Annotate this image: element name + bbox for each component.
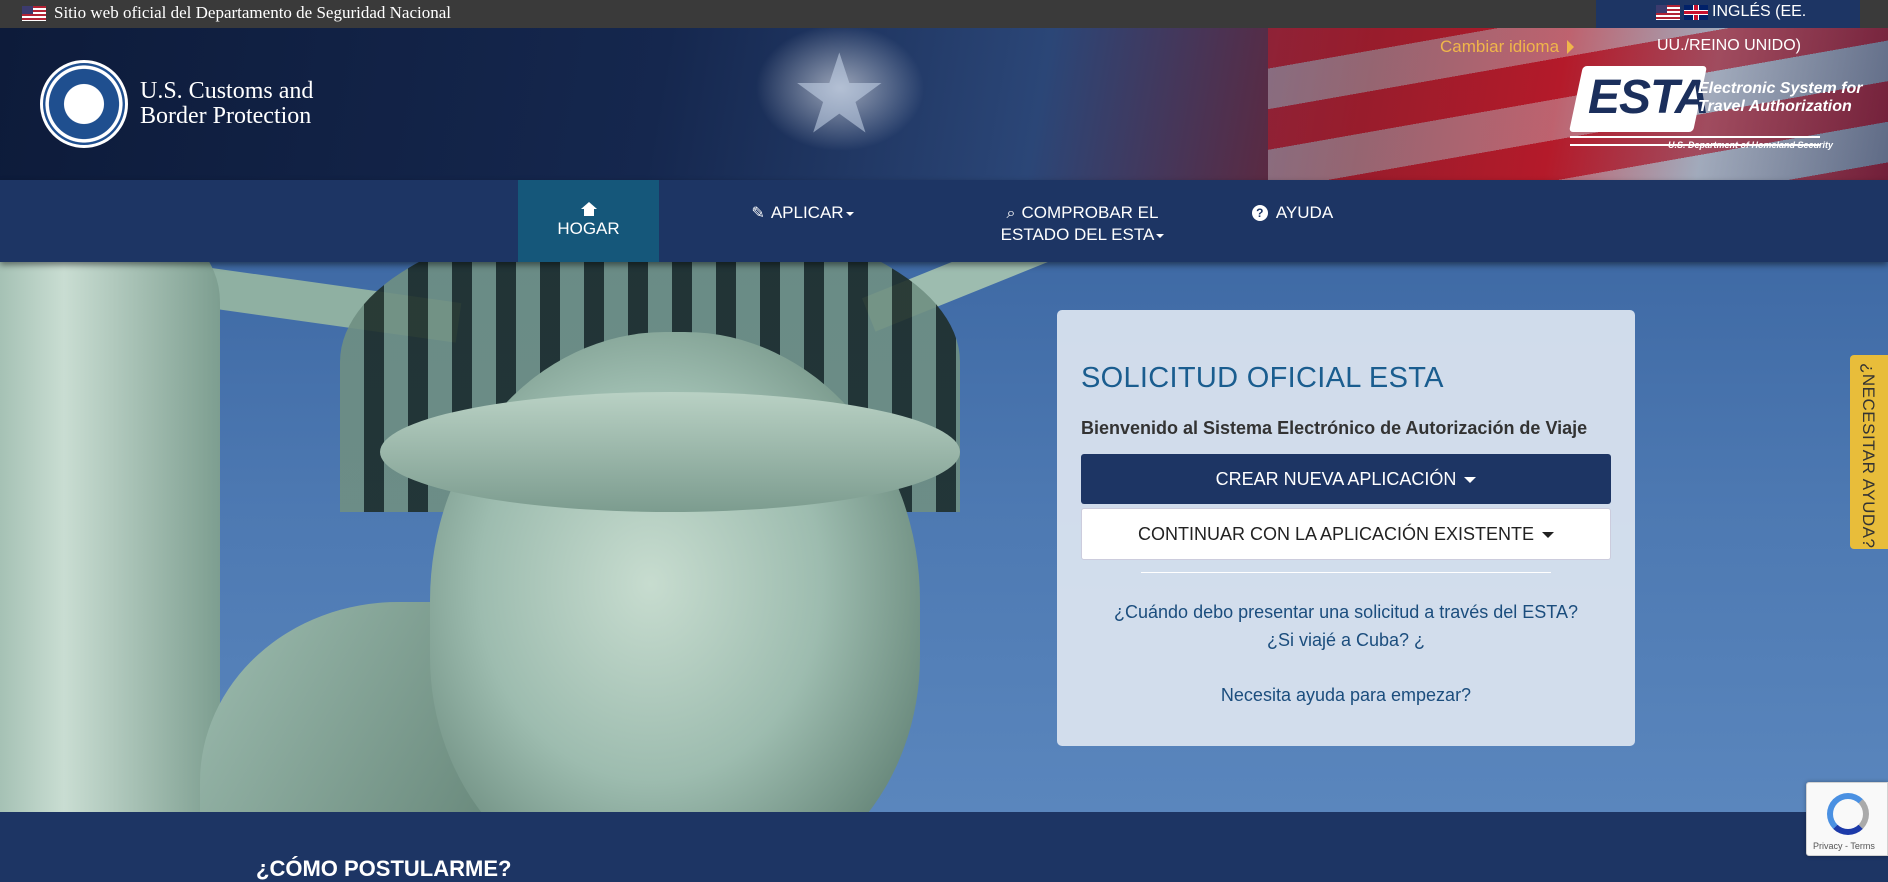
nav-status-line2: ESTADO DEL ESTA — [1000, 225, 1155, 244]
cuba-travel-link[interactable]: ¿Si viajé a Cuba? ¿ — [1057, 630, 1635, 651]
dhs-seal-icon — [40, 60, 128, 148]
caret-down-icon — [1464, 477, 1477, 484]
caret-down-icon — [845, 211, 854, 216]
us-flag-icon — [1656, 4, 1680, 20]
main-nav: HOGAR ✎ APLICAR ⌕ COMPROBAR EL ESTADO DEL … — [0, 180, 1888, 262]
esta-logo[interactable]: ESTA Electronic System for Travel Author… — [1568, 62, 1870, 152]
esta-logo-word: ESTA — [1588, 71, 1709, 124]
change-language-link[interactable]: Cambiar idioma — [1440, 37, 1575, 57]
nav-check-status[interactable]: ⌕ COMPROBAR EL ESTADO DEL ESTA — [995, 180, 1170, 262]
esta-application-card: SOLICITUD OFICIAL ESTA Bienvenido al Sis… — [1057, 310, 1635, 746]
create-button-label: CREAR NUEVA APLICACIÓN — [1215, 469, 1457, 489]
caret-right-icon — [1567, 40, 1575, 54]
nav-home[interactable]: HOGAR — [518, 180, 659, 262]
agency-name-line2: Border Protection — [140, 103, 312, 129]
nav-help-label: AYUDA — [1275, 203, 1334, 222]
recaptcha-icon — [1827, 793, 1869, 835]
change-language-label[interactable]: Cambiar idioma — [1440, 37, 1559, 57]
recaptcha-badge[interactable]: Privacy - Terms — [1806, 782, 1888, 856]
card-divider — [1141, 572, 1551, 573]
language-label-cont[interactable]: UU./REINO UNIDO) — [1657, 37, 1801, 55]
need-help-tab[interactable]: ¿NECESITAR AYUDA? — [1850, 355, 1888, 549]
nav-status-line1: COMPROBAR EL — [1021, 203, 1159, 222]
agency-name: U.S. Customs and Border Protection — [140, 79, 313, 129]
search-icon: ⌕ — [1006, 205, 1016, 222]
flag-star-decoration: ★ — [790, 33, 889, 156]
create-new-application-button[interactable]: CREAR NUEVA APLICACIÓN — [1081, 454, 1611, 504]
pencil-icon: ✎ — [751, 205, 765, 222]
home-icon — [580, 202, 597, 216]
esta-logo-subtitle: Electronic System for Travel Authorizati… — [1698, 80, 1863, 116]
gov-banner-text-row: Sitio web oficial del Departamento de Se… — [22, 3, 451, 23]
esta-logo-sub-line1: Electronic System for — [1698, 80, 1863, 97]
uk-flag-icon — [1684, 4, 1708, 20]
nav-help[interactable]: ? AYUDA — [1250, 180, 1335, 262]
gov-banner: Sitio web oficial del Departamento de Se… — [0, 0, 1888, 28]
hero-section: SOLICITUD OFICIAL ESTA Bienvenido al Sis… — [0, 262, 1888, 812]
caret-down-icon — [1156, 233, 1165, 238]
nav-home-label: HOGAR — [557, 219, 620, 238]
esta-logo-dept: U.S. Department of Homeland Security — [1668, 140, 1834, 150]
continue-existing-application-button[interactable]: CONTINUAR CON LA APLICACIÓN EXISTENTE — [1081, 508, 1611, 560]
esta-logo-sub-line2: Travel Authorization — [1698, 98, 1852, 115]
card-title: SOLICITUD OFICIAL ESTA — [1081, 362, 1444, 394]
gov-banner-text: Sitio web oficial del Departamento de Se… — [54, 3, 452, 22]
caret-down-icon — [1542, 532, 1555, 539]
language-label[interactable]: INGLÉS (EE. — [1712, 3, 1806, 21]
nav-apply[interactable]: ✎ APLICAR — [745, 180, 860, 262]
need-help-label: ¿NECESITAR AYUDA? — [1859, 363, 1878, 549]
us-flag-icon — [22, 5, 46, 21]
statue-of-liberty-image — [0, 262, 1099, 812]
nav-apply-label: APLICAR — [770, 203, 844, 222]
help-circle-icon: ? — [1251, 205, 1268, 221]
how-to-apply-section: ¿CÓMO POSTULARME? — [0, 812, 1888, 881]
how-to-apply-title: ¿CÓMO POSTULARME? — [256, 856, 512, 881]
agency-name-line1: U.S. Customs and — [140, 78, 314, 104]
recaptcha-privacy-terms[interactable]: Privacy - Terms — [1813, 841, 1875, 851]
language-selector[interactable]: INGLÉS (EE. — [1596, 0, 1860, 28]
card-welcome-text: Bienvenido al Sistema Electrónico de Aut… — [1081, 418, 1588, 438]
site-header: ★ U.S. Customs and Border Protection Cam… — [0, 28, 1888, 180]
help-getting-started-link[interactable]: Necesita ayuda para empezar? — [1057, 685, 1635, 706]
continue-button-label: CONTINUAR CON LA APLICACIÓN EXISTENTE — [1137, 524, 1535, 544]
when-to-apply-link[interactable]: ¿Cuándo debo presentar una solicitud a t… — [1057, 602, 1635, 623]
cbp-logo[interactable]: U.S. Customs and Border Protection — [40, 60, 313, 148]
